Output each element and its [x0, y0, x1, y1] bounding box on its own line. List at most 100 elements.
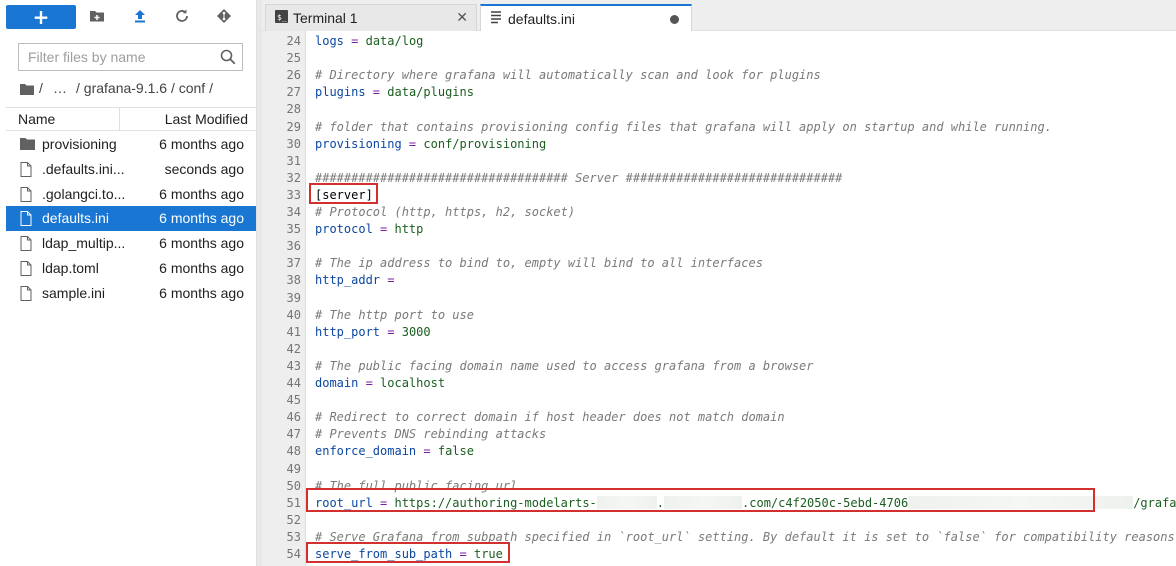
file-browser-panel: + / … / grafana-9.1.6 / conf / Name Last…	[0, 0, 257, 566]
code-comment: # The public facing domain name used to …	[315, 358, 814, 373]
file-icon	[20, 186, 32, 205]
config-equals: =	[380, 273, 402, 288]
folder-icon	[20, 137, 35, 153]
config-key: plugins	[315, 85, 366, 100]
code-text: http_port = 3000	[315, 324, 431, 341]
code-line: 43 # The public facing domain name used t…	[262, 358, 1176, 375]
code-comment: # Prevents DNS rebinding attacks	[315, 427, 547, 442]
code-text: plugins = data/plugins	[315, 84, 474, 101]
file-browser-toolbar: +	[6, 5, 256, 31]
file-modified: 6 months ago	[159, 284, 244, 301]
code-text: # Redirect to correct domain if host hea…	[315, 409, 785, 426]
code-line: 46 # Redirect to correct domain if host h…	[262, 409, 1176, 426]
code-line: 29 # folder that contains provisioning co…	[262, 119, 1176, 136]
code-line: 36	[262, 238, 1176, 255]
line-number: 47	[286, 427, 301, 442]
file-modified: 6 months ago	[159, 210, 244, 227]
line-number: 50	[286, 478, 301, 493]
breadcrumb-root[interactable]: /	[39, 80, 43, 96]
close-icon[interactable]: ✕	[456, 9, 468, 26]
line-number: 49	[286, 461, 301, 476]
config-value: data/log	[365, 34, 424, 48]
file-modified: 6 months ago	[159, 235, 244, 252]
code-line: 38 http_addr =	[262, 272, 1176, 289]
code-line: 30 provisioning = conf/provisioning	[262, 136, 1176, 153]
file-list-item[interactable]: sample.ini 6 months ago	[6, 281, 256, 306]
new-launcher-button[interactable]: +	[6, 5, 76, 29]
code-line: 32 ################################### Se…	[262, 170, 1176, 187]
code-text: # Directory where grafana will automatic…	[315, 67, 821, 84]
breadcrumb-ellipsis[interactable]: …	[53, 80, 67, 96]
config-equals: =	[343, 34, 366, 48]
code-comment: # The ip address to bind to, empty will …	[315, 256, 763, 271]
config-key: domain	[315, 376, 359, 390]
file-modified: 6 months ago	[159, 260, 244, 276]
upload-icon[interactable]	[132, 8, 152, 28]
line-number: 26	[286, 68, 301, 83]
line-number: 40	[286, 307, 301, 322]
code-text: http_addr =	[315, 272, 402, 289]
file-name: ldap_multip...	[42, 235, 126, 252]
home-folder-icon[interactable]	[20, 82, 34, 98]
line-number: 51	[286, 495, 301, 510]
config-value: localhost	[380, 376, 446, 390]
tab-defaults-ini[interactable]: defaults.ini	[480, 4, 692, 32]
tab-terminal-1[interactable]: $_ Terminal 1 ✕	[265, 4, 477, 31]
file-list-item[interactable]: defaults.ini 6 months ago	[6, 206, 256, 232]
code-text: enforce_domain = false	[315, 443, 474, 460]
file-list-item[interactable]: provisioning 6 months ago	[6, 132, 256, 157]
code-text: logs = data/log	[315, 33, 423, 50]
breadcrumb-path[interactable]: / grafana-9.1.6 / conf /	[76, 80, 213, 96]
file-list-item[interactable]: .defaults.ini... seconds ago	[6, 157, 256, 182]
config-equals: =	[416, 444, 438, 459]
code-line: 27 plugins = data/plugins	[262, 84, 1176, 101]
code-comment: # Directory where grafana will automatic…	[315, 68, 821, 83]
line-number: 54	[286, 547, 301, 561]
code-line: 31	[262, 153, 1176, 170]
file-name: provisioning	[42, 136, 117, 152]
column-header-name[interactable]: Name	[18, 111, 55, 127]
column-divider	[119, 108, 120, 130]
line-number: 48	[286, 444, 301, 459]
line-number: 53	[286, 529, 301, 544]
search-input[interactable]	[28, 48, 208, 66]
code-line: 42	[262, 341, 1176, 358]
file-icon	[20, 261, 32, 279]
file-name: defaults.ini	[42, 210, 109, 227]
config-equals: =	[401, 136, 424, 151]
code-line: 37 # The ip address to bind to, empty wil…	[262, 255, 1176, 272]
refresh-icon[interactable]	[174, 8, 194, 28]
unsaved-indicator-icon[interactable]	[670, 15, 679, 24]
config-value: conf/provisioning	[423, 136, 547, 151]
svg-text:$_: $_	[277, 13, 287, 22]
code-text: # Protocol (http, https, h2, socket)	[315, 204, 575, 221]
code-line: 44 domain = localhost	[262, 375, 1176, 392]
code-editor[interactable]: 24 logs = data/log 25 26 # Directory where g…	[262, 31, 1176, 566]
git-icon[interactable]	[216, 8, 236, 28]
code-line: 33 [server]	[262, 187, 1176, 204]
file-modified: 6 months ago	[159, 185, 244, 202]
file-filter-search[interactable]	[18, 43, 243, 71]
line-number: 32	[286, 170, 301, 185]
terminal-icon: $_	[275, 10, 288, 26]
column-header-modified[interactable]: Last Modified	[165, 111, 248, 127]
file-list-item[interactable]: .golangci.to... 6 months ago	[6, 182, 256, 207]
config-equals: =	[372, 222, 395, 237]
file-name: sample.ini	[42, 284, 106, 301]
config-equals: =	[358, 376, 381, 390]
line-number: 27	[286, 85, 301, 100]
code-comment: # Protocol (http, https, h2, socket)	[315, 205, 576, 219]
line-number: 39	[286, 290, 301, 305]
code-comment: # folder that contains provisioning conf…	[315, 119, 1052, 134]
new-folder-icon[interactable]	[89, 8, 109, 28]
file-list-item[interactable]: ldap_multip... 6 months ago	[6, 231, 256, 256]
line-number: 29	[286, 119, 301, 134]
code-text: # Prevents DNS rebinding attacks	[315, 426, 546, 443]
search-icon	[220, 49, 236, 69]
code-line: 52	[262, 512, 1176, 529]
file-icon	[20, 236, 32, 254]
config-key: http_port	[315, 324, 381, 339]
file-name: .golangci.to...	[42, 185, 126, 202]
file-list-item[interactable]: ldap.toml 6 months ago	[6, 256, 256, 281]
code-comment: # Redirect to correct domain if host hea…	[315, 410, 785, 425]
